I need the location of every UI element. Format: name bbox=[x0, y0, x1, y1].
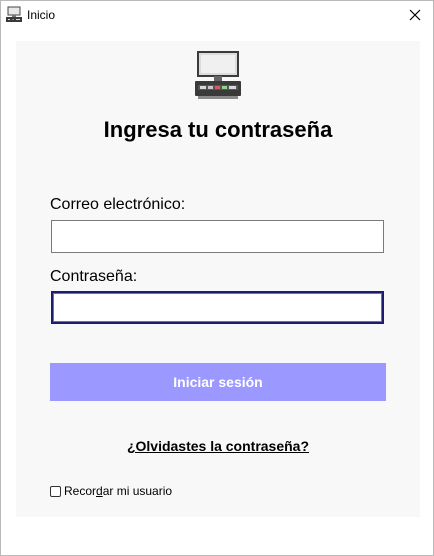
email-field[interactable] bbox=[51, 220, 384, 253]
title-bar: Inicio bbox=[1, 1, 433, 29]
forgot-password-link[interactable]: ¿Olvidastes la contraseña? bbox=[16, 438, 420, 454]
password-field[interactable] bbox=[51, 291, 384, 324]
login-button[interactable]: Iniciar sesión bbox=[50, 363, 386, 401]
remember-label-post: ar mi usuario bbox=[102, 484, 173, 498]
close-icon bbox=[409, 9, 421, 21]
login-window: Inicio Ingresa tu contraseña Correo elec… bbox=[0, 0, 434, 556]
email-label: Correo electrónico: bbox=[50, 196, 186, 213]
login-panel: Ingresa tu contraseña Correo electrónico… bbox=[16, 41, 420, 517]
password-label: Contraseña: bbox=[50, 268, 138, 285]
page-title: Ingresa tu contraseña bbox=[103, 117, 333, 142]
close-button[interactable] bbox=[397, 1, 433, 29]
remember-user-checkbox[interactable]: Recordar mi usuario bbox=[50, 484, 172, 498]
remember-label-accel: d bbox=[96, 484, 103, 498]
window-title: Inicio bbox=[27, 8, 56, 22]
remember-label-pre: Recor bbox=[64, 484, 97, 498]
checkbox-box[interactable] bbox=[50, 485, 61, 497]
remember-user-label: Recordar mi usuario bbox=[64, 484, 172, 498]
computer-terminal-icon bbox=[195, 51, 241, 99]
computer-terminal-icon bbox=[6, 6, 22, 22]
